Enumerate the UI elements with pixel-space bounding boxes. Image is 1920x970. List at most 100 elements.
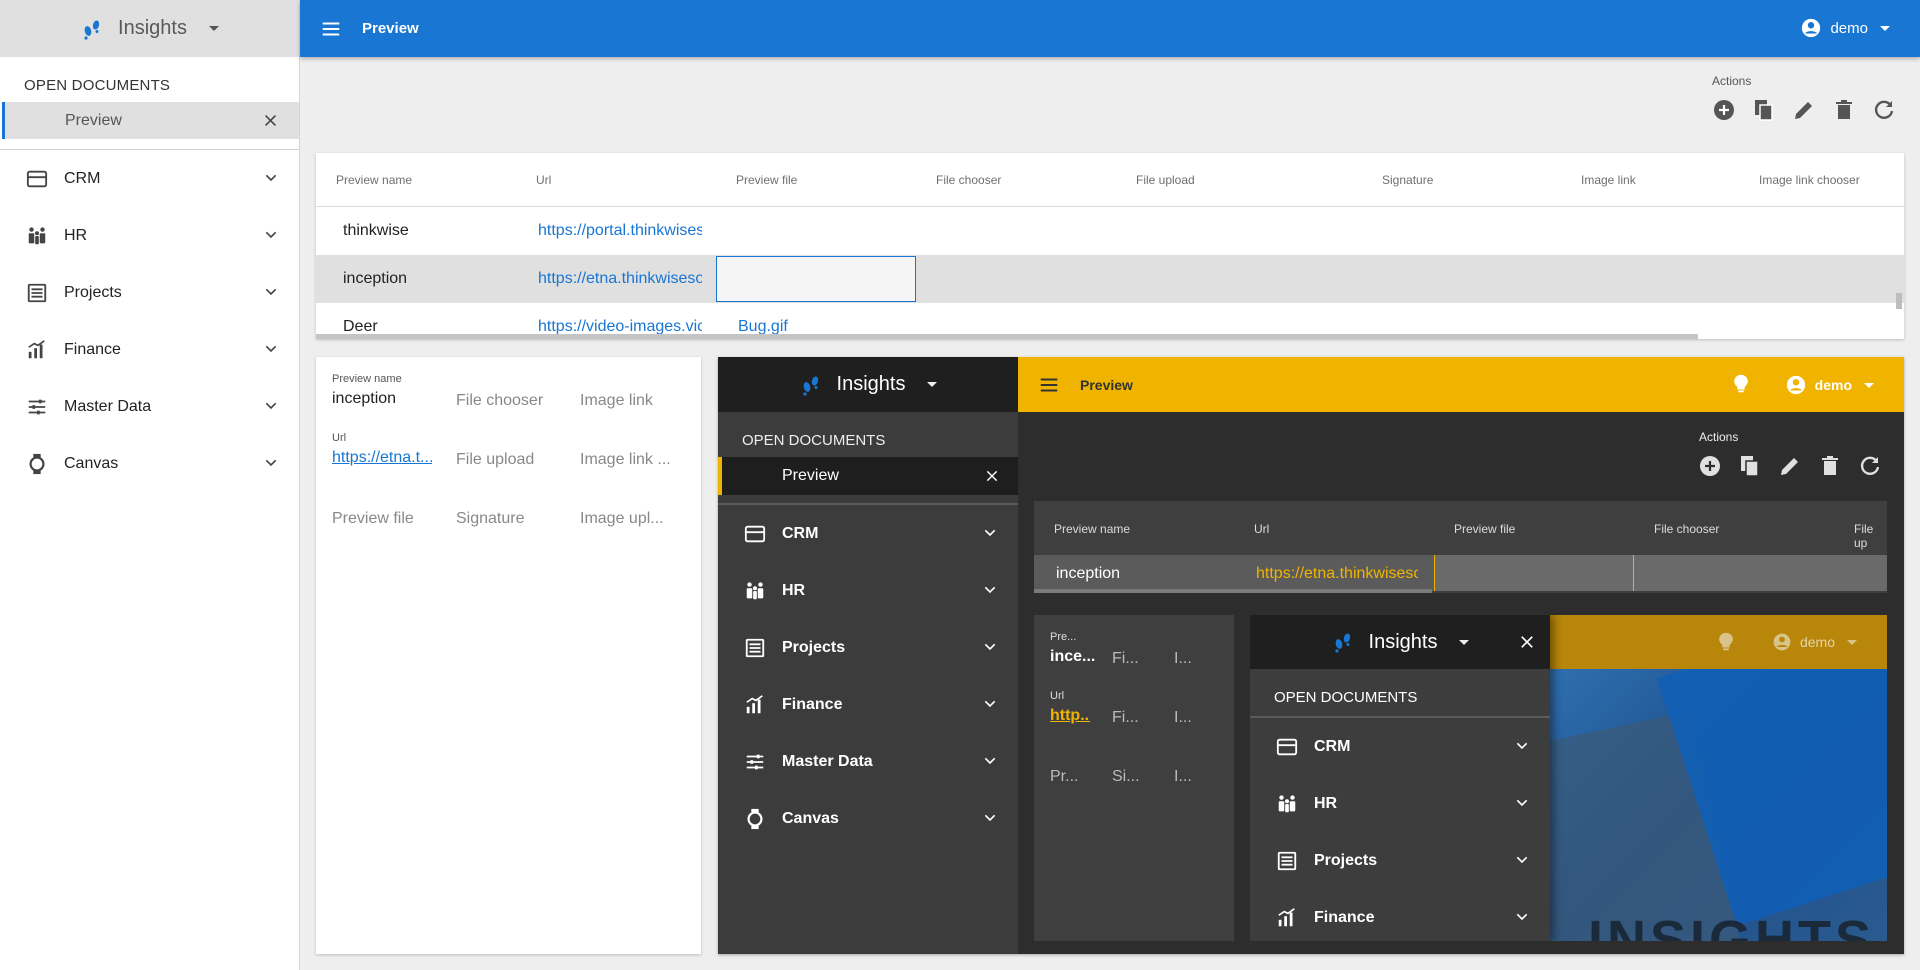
column-header[interactable]: Image link [1581,173,1636,187]
master-data-icon [28,399,46,414]
column-header[interactable]: Preview file [1454,522,1515,536]
field-image-link[interactable]: I... [1174,650,1192,668]
field-image-link-chooser[interactable]: I... [1174,709,1192,727]
column-header[interactable]: Preview name [1054,522,1130,536]
menu-icon[interactable] [1038,374,1060,396]
table-row[interactable]: thinkwise https://portal.thinkwisesoftwa… [316,207,1904,255]
close-icon[interactable] [1518,633,1536,651]
copy-icon[interactable] [1752,98,1776,122]
add-icon[interactable] [1698,454,1722,478]
column-header[interactable]: Url [1254,522,1269,536]
column-header[interactable]: Preview name [336,173,412,187]
sidebar-item-finance[interactable]: Finance [0,321,299,378]
field-signature[interactable]: Signature [456,510,525,528]
field-preview-file[interactable]: Pr... [1050,768,1078,786]
preview-top-bar: Preview demo [1018,357,1904,412]
field-url[interactable]: Url http... [1050,690,1090,725]
horizontal-scrollbar[interactable] [316,334,1698,339]
field-file-chooser[interactable]: File chooser [456,392,543,410]
column-header[interactable]: File chooser [1654,522,1719,536]
cell-url-link[interactable]: https://etna.thinkwisesoftware.com [538,270,702,288]
field-file-upload[interactable]: Fi... [1112,709,1139,727]
close-icon[interactable] [262,112,279,129]
field-file-upload[interactable]: File upload [456,451,534,469]
nested-preview-frame[interactable]: demo INSIGHTS Insights OPEN DOCUMENTS CR… [1250,615,1887,941]
table-row-selected[interactable]: inception https://etna.thinkwisesoftware… [316,255,1904,303]
preview-grid: Preview name Url Preview file File choos… [316,153,1904,339]
sidebar-item-master-data[interactable]: Master Data [0,378,299,435]
field-placeholder: File upload [456,451,535,468]
column-header[interactable]: File upload [1136,173,1195,187]
add-icon[interactable] [1712,98,1736,122]
field-file-chooser[interactable]: Fi... [1112,650,1139,668]
actions-toolbar: Actions [1712,74,1896,122]
refresh-icon[interactable] [1858,454,1882,478]
field-link[interactable]: https://etna.t... [332,449,432,467]
column-header[interactable]: Url [536,173,551,187]
field-preview-file[interactable]: Preview file [332,510,414,528]
sidebar-item-crm[interactable]: CRM [1250,718,1550,775]
sidebar-item-finance[interactable]: Finance [1250,889,1550,941]
close-icon[interactable] [984,468,1000,484]
column-header[interactable]: File up [1854,522,1887,550]
refresh-icon[interactable] [1872,98,1896,122]
chevron-down-icon [1516,742,1528,750]
preview-frame[interactable]: Insights OPEN DOCUMENTS Preview CRM HR P… [718,357,1904,954]
nested-app-switcher[interactable]: Insights [1250,615,1550,669]
chevron-down-icon [265,402,277,410]
lightbulb-icon[interactable] [1730,373,1752,395]
focused-cell[interactable] [1434,555,1634,591]
sidebar-item-hr[interactable]: HR [1250,775,1550,832]
sidebar-item-finance[interactable]: Finance [718,676,1018,733]
nested-navigation-drawer: Insights OPEN DOCUMENTS CRM HR Projects … [1250,615,1550,941]
sidebar-item-hr[interactable]: HR [0,207,299,264]
preview-app-switcher[interactable]: Insights [718,357,1018,412]
chevron-down-icon [265,345,277,353]
focused-cell[interactable] [716,256,916,302]
column-header[interactable]: File chooser [936,173,1001,187]
copy-icon[interactable] [1738,454,1762,478]
cell-url-link[interactable]: https://etna.thinkwisesoftware.com [1256,565,1418,583]
cell-url-link[interactable]: https://portal.thinkwisesoftware.com [538,222,702,240]
column-header[interactable]: Preview file [736,173,797,187]
caret-down-icon [1459,639,1470,645]
column-header[interactable]: Image link chooser [1759,173,1860,187]
app-switcher[interactable]: Insights [0,0,299,57]
horizontal-scrollbar[interactable] [1034,589,1432,593]
vertical-scrollbar[interactable] [1896,293,1902,309]
edit-icon[interactable] [1792,98,1816,122]
menu-icon[interactable] [320,18,342,40]
open-document-tab[interactable]: Preview [2,102,299,139]
sidebar-item-crm[interactable]: CRM [0,150,299,207]
user-menu[interactable]: demo [1800,17,1890,39]
sidebar-item-projects[interactable]: Projects [718,619,1018,676]
lightbulb-icon[interactable] [1715,631,1737,653]
field-image-upload[interactable]: Image upl... [580,510,664,528]
field-placeholder: Image link ... [580,451,671,468]
sidebar-item-canvas[interactable]: Canvas [718,790,1018,847]
open-document-tab[interactable]: Preview [718,457,1018,495]
column-header[interactable]: Signature [1382,173,1433,187]
sidebar-item-master-data[interactable]: Master Data [718,733,1018,790]
sidebar-item-projects[interactable]: Projects [1250,832,1550,889]
field-preview-name[interactable]: Pre... ince... [1050,631,1095,666]
table-row-selected[interactable]: inception https://etna.thinkwisesoftware… [1034,555,1887,591]
hero-text: INSIGHTS [1588,910,1876,941]
field-preview-name[interactable]: Preview name inception [332,373,402,408]
user-menu[interactable]: demo [1785,374,1874,396]
field-image-link[interactable]: Image link [580,392,653,410]
sidebar-item-crm[interactable]: CRM [718,505,1018,562]
sidebar-item-projects[interactable]: Projects [0,264,299,321]
field-image-upload[interactable]: I... [1174,768,1192,786]
delete-icon[interactable] [1832,98,1856,122]
field-link[interactable]: http... [1050,707,1090,725]
delete-icon[interactable] [1818,454,1842,478]
sidebar-item-canvas[interactable]: Canvas [0,435,299,492]
field-signature[interactable]: Si... [1112,768,1140,786]
edit-icon[interactable] [1778,454,1802,478]
field-url[interactable]: Url https://etna.t... [332,432,432,467]
grid-cell[interactable] [1634,555,1887,591]
field-image-link-chooser[interactable]: Image link ... [580,451,671,469]
user-menu[interactable]: demo [1772,632,1857,652]
sidebar-item-hr[interactable]: HR [718,562,1018,619]
